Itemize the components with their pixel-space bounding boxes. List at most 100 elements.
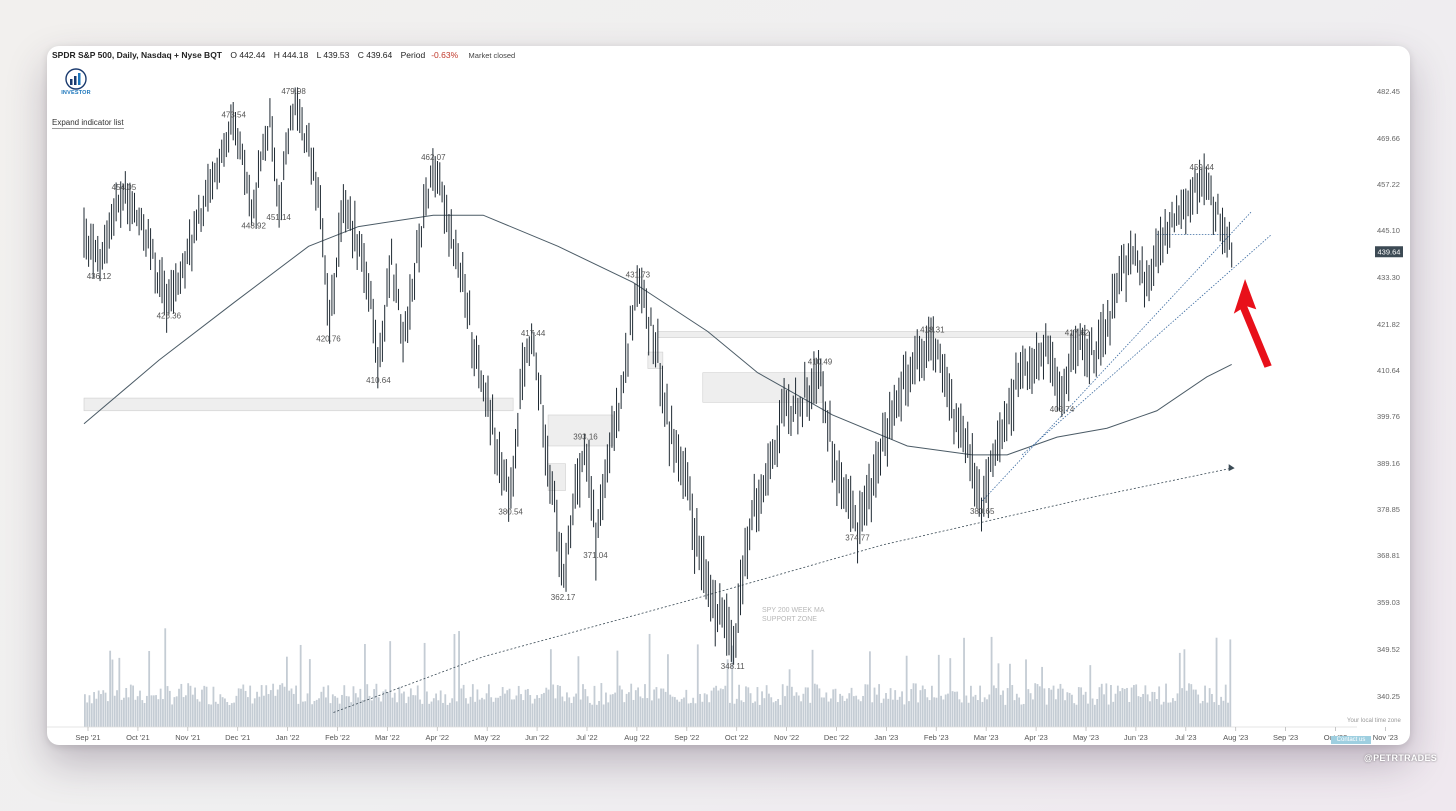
chart-card: 436.12 454.05 426.36 473.54 448.92 451.14 479.… — [47, 46, 1410, 745]
volume-bar — [623, 702, 626, 727]
volume-bar — [178, 688, 180, 727]
volume-bar — [981, 701, 984, 727]
volume-bar — [602, 704, 605, 727]
y-tick-label: 399.76 — [1377, 412, 1400, 421]
sma-200w-line — [333, 467, 1232, 713]
volume-bar — [857, 699, 860, 727]
pivot-label: 454.05 — [112, 183, 137, 192]
volume-bar — [1029, 693, 1032, 727]
x-tick-label: Aug '23 — [1223, 733, 1248, 742]
volume-bar — [655, 687, 658, 727]
volume-bar — [263, 695, 265, 727]
volume-bar — [1020, 704, 1023, 727]
volume-bar — [1034, 683, 1037, 727]
pivot-label: 380.65 — [970, 507, 995, 516]
high-value: H 444.18 — [273, 50, 309, 60]
volume-bar — [1158, 686, 1161, 727]
volume-bar — [958, 699, 961, 727]
pivot-label: 410.64 — [366, 376, 391, 385]
volume-bar — [1135, 684, 1138, 727]
volume-bar — [207, 704, 210, 727]
x-tick-label: Sep '22 — [674, 733, 699, 742]
volume-bar — [834, 688, 837, 727]
low-value: L 439.53 — [316, 50, 350, 60]
pivot-label: 374.77 — [845, 534, 870, 543]
volume-bar — [956, 691, 959, 727]
volume-bar — [990, 636, 993, 727]
supply-zone — [657, 331, 1078, 338]
volume-bar — [524, 689, 527, 727]
volume-bar — [1183, 649, 1186, 727]
logo-icon — [65, 68, 87, 90]
volume-bar — [157, 699, 160, 727]
volume-bar — [1077, 687, 1080, 727]
volume-bar — [912, 683, 915, 727]
volume-bar — [1119, 691, 1122, 727]
volume-bar — [882, 698, 885, 727]
volume-bar — [908, 701, 910, 727]
volume-bar — [1050, 689, 1053, 727]
volume-bar — [451, 698, 454, 727]
volume-bar — [846, 698, 848, 727]
pivot-label: 410.49 — [808, 358, 833, 367]
volume-bar — [113, 695, 116, 727]
volume-bar — [1038, 686, 1041, 727]
sma-arrow-icon — [1228, 464, 1235, 472]
volume-bar — [531, 703, 534, 727]
contact-us-button[interactable]: Contact us — [1331, 736, 1371, 744]
volume-bar — [302, 701, 304, 727]
volume-bar — [260, 685, 263, 727]
volume-bar — [478, 699, 481, 727]
volume-bar — [875, 694, 878, 727]
volume-bar — [1146, 694, 1149, 727]
volume-bar — [917, 702, 920, 727]
volume-bar — [878, 684, 881, 727]
volume-bar — [155, 695, 157, 727]
volume-bar — [650, 700, 653, 727]
x-tick-label: Jun '22 — [525, 733, 549, 742]
volume-bar — [391, 697, 394, 727]
volume-bar — [712, 687, 715, 727]
volume-bar — [896, 699, 899, 727]
volume-bar — [1206, 702, 1209, 727]
volume-bar — [1103, 694, 1105, 727]
volume-bar — [1036, 684, 1039, 727]
volume-bar — [873, 687, 876, 727]
volume-bar — [754, 701, 757, 727]
volume-bar — [869, 651, 871, 727]
y-tick-label: 410.64 — [1377, 366, 1400, 375]
volume-bar — [129, 684, 132, 727]
expand-indicator-list-button[interactable]: Expand indicator list — [52, 118, 124, 129]
volume-bar — [830, 698, 832, 727]
volume-bar — [1178, 652, 1181, 727]
volume-bar — [738, 684, 740, 727]
volume-bar — [905, 655, 908, 727]
volume-bar — [143, 703, 146, 727]
volume-bar — [1004, 704, 1007, 727]
volume-bar — [350, 702, 353, 727]
volume-bar — [442, 702, 444, 727]
volume-bar — [1105, 683, 1108, 727]
volume-bar — [944, 694, 947, 727]
volume-bar — [501, 687, 504, 727]
volume-bar — [547, 689, 550, 727]
volume-bar — [579, 699, 582, 727]
pivot-label: 362.17 — [551, 593, 576, 602]
volume-bar — [409, 688, 412, 727]
volume-bar — [1144, 685, 1147, 727]
volume-bar — [1227, 702, 1229, 727]
volume-bar — [793, 695, 796, 727]
volume-bar — [701, 701, 704, 727]
volume-bar — [375, 683, 378, 727]
volume-bar — [380, 701, 382, 727]
volume-bar — [859, 701, 862, 727]
volume-bar — [1096, 698, 1099, 727]
volume-bar — [1071, 694, 1073, 727]
volume-bar — [1142, 693, 1144, 727]
volume-bar — [1112, 701, 1115, 727]
volume-bar — [733, 703, 736, 727]
volume-bar — [1215, 637, 1218, 727]
volume-bar — [855, 695, 858, 727]
volume-bar — [148, 651, 151, 727]
volume-bar — [967, 702, 970, 727]
